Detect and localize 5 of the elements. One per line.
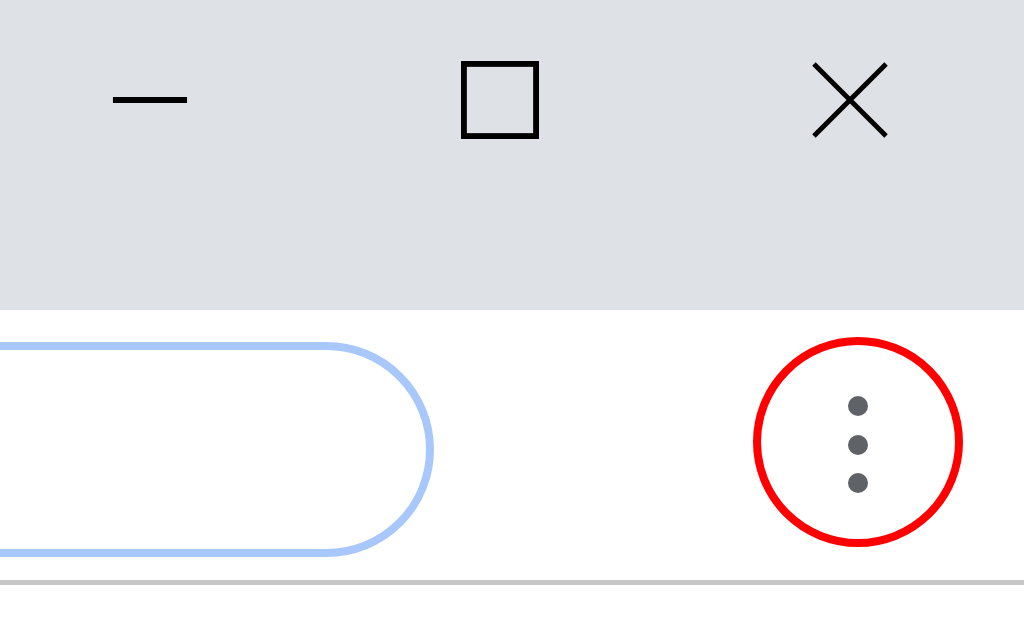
maximize-icon [461,61,539,139]
more-vertical-icon [846,395,870,495]
close-icon [811,61,889,139]
address-bar[interactable] [0,342,434,557]
minimize-icon [111,97,189,103]
